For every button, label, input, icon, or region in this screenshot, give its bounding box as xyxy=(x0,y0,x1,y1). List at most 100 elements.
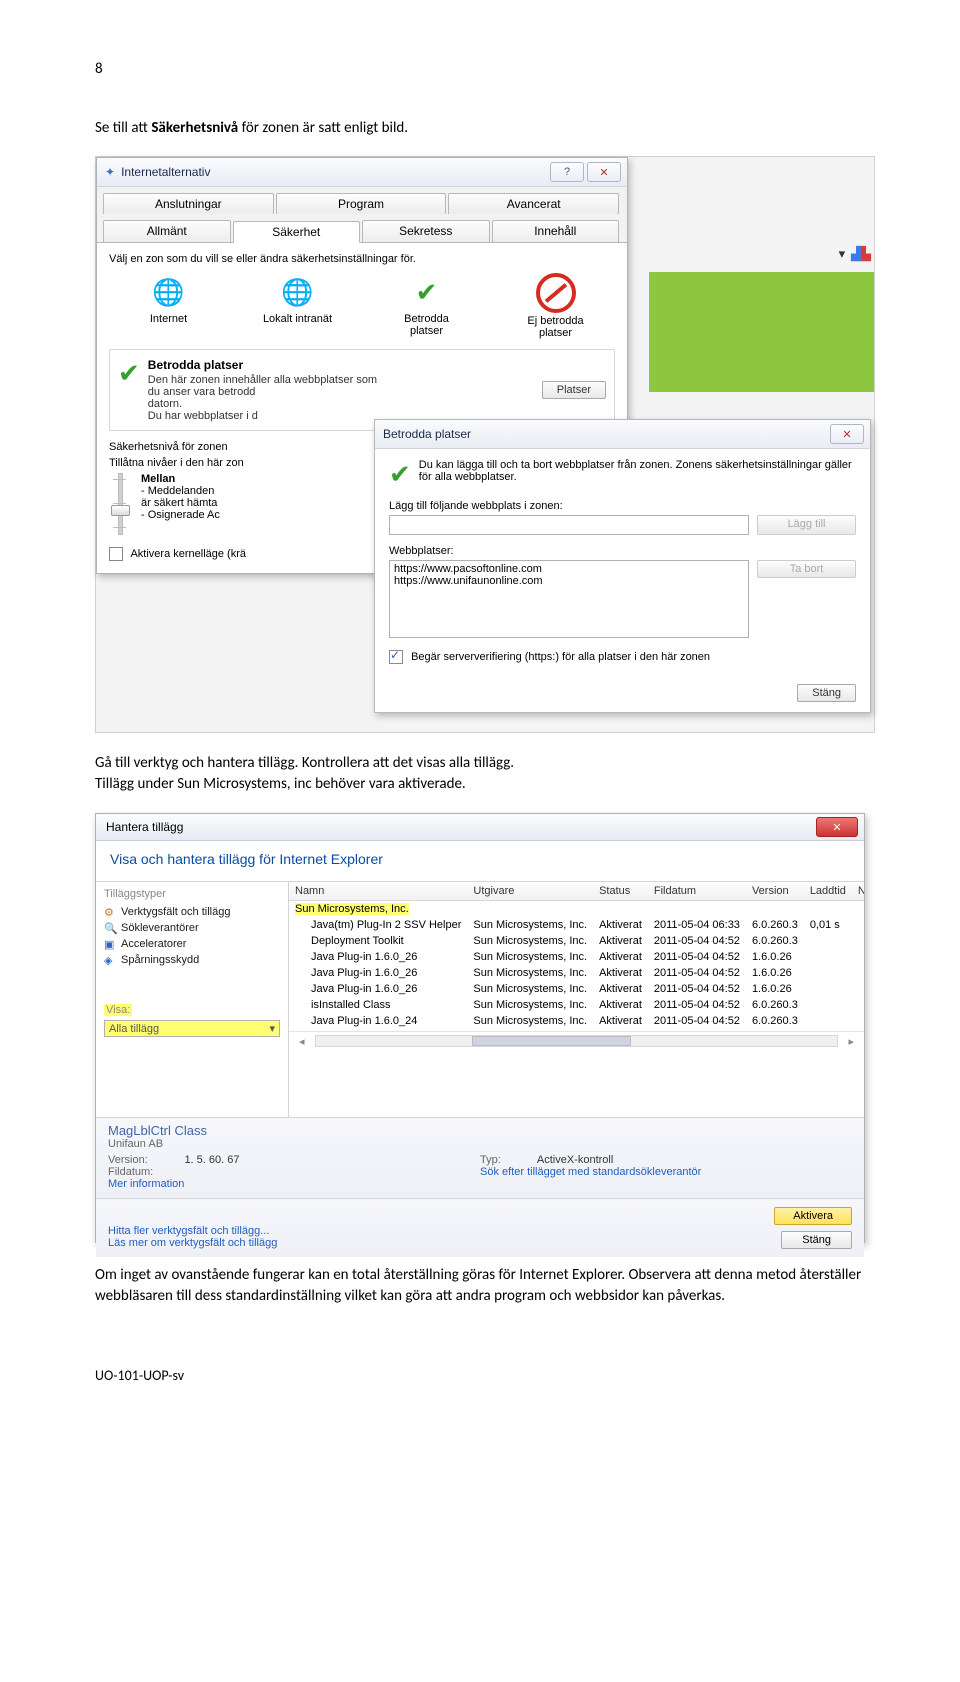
close-button[interactable]: ✕ xyxy=(587,162,621,182)
col-status[interactable]: Status xyxy=(593,882,648,901)
k-version: Version: xyxy=(108,1154,148,1166)
kernel-checkbox[interactable] xyxy=(109,547,123,561)
security-slider[interactable] xyxy=(109,473,131,535)
footer-links: Hitta fler verktygsfält och tillägg... L… xyxy=(108,1225,774,1249)
zone-label: Internet xyxy=(109,313,228,325)
more-info-link[interactable]: Mer information xyxy=(108,1178,184,1190)
tab-connections[interactable]: Anslutningar xyxy=(103,193,274,214)
detail-col-right: Typ: ActiveX-kontroll Sök efter tillägge… xyxy=(480,1154,852,1190)
enable-button[interactable]: Aktivera xyxy=(774,1207,852,1225)
table-header-row: Namn Utgivare Status Fildatum Version La… xyxy=(289,882,864,901)
publisher-name: Sun Microsystems, Inc. xyxy=(295,903,409,915)
table-cell: Aktiverat xyxy=(593,949,648,965)
v-version: 1. 5. 60. 67 xyxy=(184,1154,239,1166)
zone-internet[interactable]: 🌐 Internet xyxy=(109,273,228,339)
green-banner xyxy=(649,272,874,392)
stop-icon xyxy=(536,273,576,313)
publisher-group-row[interactable]: Sun Microsystems, Inc. xyxy=(289,901,864,918)
dialog-footer: Stäng xyxy=(375,676,870,712)
accelerator-icon: ▣ xyxy=(104,938,116,950)
col-nav[interactable]: Navigeri xyxy=(852,882,864,901)
detail-grid: Version: 1. 5. 60. 67 Fildatum: Mer info… xyxy=(108,1154,852,1190)
zone-restricted[interactable]: Ej betrodda platser xyxy=(496,273,615,339)
table-cell xyxy=(804,981,852,997)
tab-content[interactable]: Innehåll xyxy=(492,220,620,242)
shield-icon: ◈ xyxy=(104,954,116,966)
table-row[interactable]: Deployment ToolkitSun Microsystems, Inc.… xyxy=(289,933,864,949)
dialog-title: Internetalternativ xyxy=(121,165,547,179)
table-cell: 1.6.0.26 xyxy=(746,981,804,997)
close-button[interactable]: ✕ xyxy=(830,424,864,444)
zone-intranet[interactable]: 🌐 Lokalt intranät xyxy=(238,273,357,339)
verify-checkbox[interactable] xyxy=(389,650,403,664)
table-row[interactable]: Java Plug-in 1.6.0_24Sun Microsystems, I… xyxy=(289,1013,864,1029)
dialog-titlebar[interactable]: ✦ Internetalternativ ? ✕ xyxy=(97,158,627,187)
col-loadtime[interactable]: Laddtid xyxy=(804,882,852,901)
dialog-titlebar[interactable]: Betrodda platser ✕ xyxy=(375,420,870,449)
manage-addons-dialog: Hantera tillägg ✕ Visa och hantera tillä… xyxy=(95,813,865,1243)
tabs-row-bottom: Allmänt Säkerhet Sekretess Innehåll xyxy=(97,214,627,242)
col-name[interactable]: Namn xyxy=(289,882,467,901)
close-button[interactable]: Stäng xyxy=(797,684,856,702)
table-row[interactable]: Java Plug-in 1.6.0_26Sun Microsystems, I… xyxy=(289,949,864,965)
gear-icon: ⚙ xyxy=(104,906,116,918)
sites-listbox[interactable]: https://www.pacsoftonline.com https://ww… xyxy=(389,560,749,638)
sidebar-item-label: Sökleverantörer xyxy=(121,922,199,934)
table-row[interactable]: Java Plug-in 1.6.0_26Sun Microsystems, I… xyxy=(289,981,864,997)
add-button[interactable]: Lägg till xyxy=(757,515,856,535)
table-row[interactable]: Java Plug-in 1.6.0_26Sun Microsystems, I… xyxy=(289,965,864,981)
table-cell xyxy=(852,981,864,997)
sidebar-item-label: Spårningsskydd xyxy=(121,954,199,966)
chevron-right-icon[interactable]: ▸ xyxy=(838,1035,864,1048)
table-cell: 2011-05-04 06:33 xyxy=(648,917,746,933)
remove-button[interactable]: Ta bort xyxy=(757,560,856,578)
chevron-left-icon[interactable]: ◂ xyxy=(289,1035,315,1048)
sidebar-item-toolbars[interactable]: ⚙Verktygsfält och tillägg xyxy=(104,904,280,920)
intro-post: för zonen är satt enligt bild. xyxy=(238,119,408,137)
table-cell: 2011-05-04 04:52 xyxy=(648,933,746,949)
add-site-input[interactable] xyxy=(389,515,749,535)
learn-more-link[interactable]: Läs mer om verktygsfält och tillägg xyxy=(108,1237,277,1249)
close-button[interactable]: ✕ xyxy=(816,817,858,837)
sidebar-item-accelerators[interactable]: ▣Acceleratorer xyxy=(104,936,280,952)
sidebar-item-tracking[interactable]: ◈ Spårningsskydd xyxy=(104,952,280,968)
help-button[interactable]: ? xyxy=(550,162,584,182)
zone-description-text: Betrodda platser Den här zonen innehålle… xyxy=(148,358,534,422)
close-button[interactable]: Stäng xyxy=(781,1231,852,1249)
k-fildatum: Fildatum: xyxy=(108,1166,153,1178)
globe-icon: 🌐 xyxy=(150,273,188,311)
tab-advanced[interactable]: Avancerat xyxy=(448,193,619,214)
table-cell: Aktiverat xyxy=(593,917,648,933)
table-cell xyxy=(804,965,852,981)
browser-toolbar-icons: ▾ ▟▙ xyxy=(839,247,871,262)
dialog-titlebar[interactable]: Hantera tillägg ✕ xyxy=(96,814,864,841)
col-version[interactable]: Version xyxy=(746,882,804,901)
col-publisher[interactable]: Utgivare xyxy=(467,882,593,901)
mid-paragraph: Gå till verktyg och hantera tillägg. Kon… xyxy=(95,753,865,795)
table-row[interactable]: Java(tm) Plug-In 2 SSV HelperSun Microsy… xyxy=(289,917,864,933)
tab-programs[interactable]: Program xyxy=(276,193,447,214)
browser-background: ▾ ▟▙ ✦ Internetalternativ ? ✕ Anslutning… xyxy=(95,156,875,733)
tab-security[interactable]: Säkerhet xyxy=(233,221,361,243)
find-more-link[interactable]: Hitta fler verktygsfält och tillägg... xyxy=(108,1225,269,1237)
sites-button[interactable]: Platser xyxy=(542,381,606,399)
show-dropdown[interactable]: Alla tillägg ▾ xyxy=(104,1020,280,1037)
list-item[interactable]: https://www.unifaunonline.com xyxy=(394,575,744,587)
table-cell xyxy=(804,997,852,1013)
table-cell xyxy=(852,933,864,949)
list-item[interactable]: https://www.pacsoftonline.com xyxy=(394,563,744,575)
show-filter: Visa: Alla tillägg ▾ xyxy=(104,1004,280,1037)
col-filedate[interactable]: Fildatum xyxy=(648,882,746,901)
horizontal-scrollbar[interactable]: ◂ ▸ xyxy=(289,1031,864,1051)
tab-privacy[interactable]: Sekretess xyxy=(362,220,490,242)
table-cell: Aktiverat xyxy=(593,965,648,981)
sites-list-field: Webbplatser: https://www.pacsoftonline.c… xyxy=(389,545,856,638)
search-addon-link[interactable]: Sök efter tillägget med standardsöklever… xyxy=(480,1166,701,1178)
left-pane: Tilläggstyper ⚙Verktygsfält och tillägg … xyxy=(96,882,289,1117)
zone-instruction: Välj en zon som du vill se eller ändra s… xyxy=(109,253,615,265)
show-label: Visa: xyxy=(104,1004,132,1016)
sidebar-item-search[interactable]: 🔍Sökleverantörer xyxy=(104,920,280,936)
tab-general[interactable]: Allmänt xyxy=(103,220,231,242)
table-row[interactable]: isInstalled ClassSun Microsystems, Inc.A… xyxy=(289,997,864,1013)
zone-trusted[interactable]: ✔ Betrodda platser xyxy=(367,273,486,339)
